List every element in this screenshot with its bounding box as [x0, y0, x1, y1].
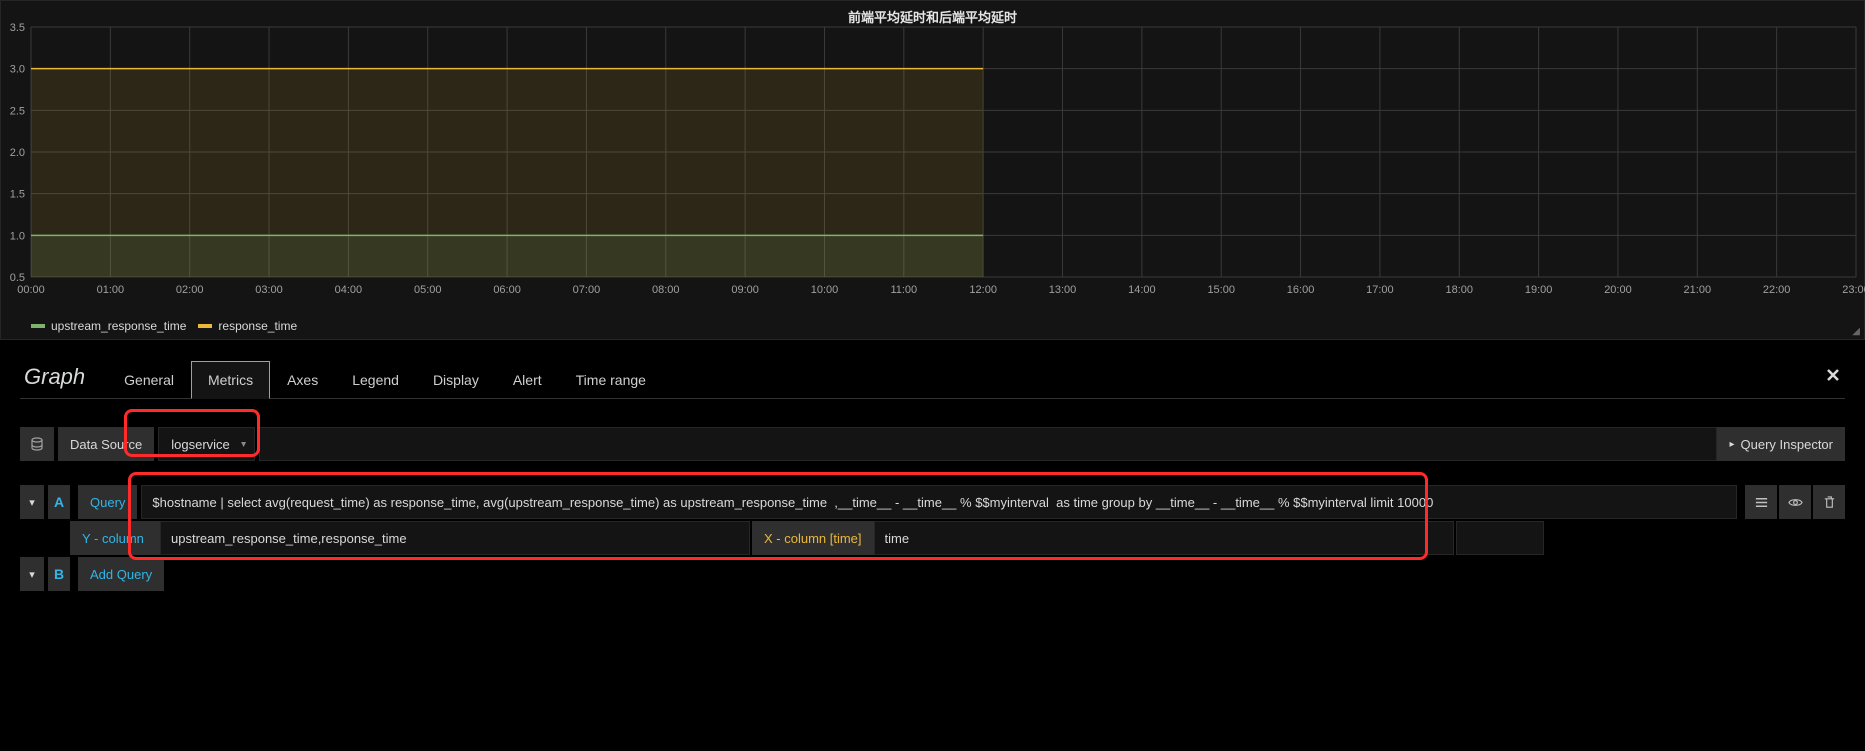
add-query-button[interactable]: Add Query — [78, 557, 164, 591]
svg-text:05:00: 05:00 — [414, 284, 442, 296]
menu-icon[interactable] — [1745, 485, 1777, 519]
svg-text:02:00: 02:00 — [176, 284, 204, 296]
svg-text:06:00: 06:00 — [493, 284, 521, 296]
svg-text:2.5: 2.5 — [10, 105, 25, 117]
datasource-icon — [20, 427, 54, 461]
svg-text:23:00: 23:00 — [1842, 284, 1865, 296]
eye-icon[interactable] — [1779, 485, 1811, 519]
legend-swatch — [31, 324, 45, 328]
editor-header: Graph GeneralMetricsAxesLegendDisplayAle… — [20, 356, 1845, 399]
spacer — [259, 427, 1718, 461]
svg-text:07:00: 07:00 — [573, 284, 601, 296]
resize-handle-icon[interactable]: ◢ — [1852, 326, 1860, 337]
trash-icon[interactable] — [1813, 485, 1845, 519]
query-inspector-button[interactable]: ▸ Query Inspector — [1717, 427, 1845, 461]
svg-text:00:00: 00:00 — [17, 284, 45, 296]
legend-item-upstream_response_time[interactable]: upstream_response_time — [31, 319, 186, 333]
tab-axes[interactable]: Axes — [270, 361, 335, 398]
data-source-row: Data Source logservice ▸ Query Inspector — [20, 427, 1845, 461]
tab-display[interactable]: Display — [416, 361, 496, 398]
svg-text:14:00: 14:00 — [1128, 284, 1156, 296]
svg-text:16:00: 16:00 — [1287, 284, 1315, 296]
spacer — [1456, 521, 1544, 555]
query-row-b: B Add Query — [20, 557, 1845, 591]
data-source-value: logservice — [171, 437, 230, 452]
row-toggle-b[interactable] — [20, 557, 44, 591]
svg-text:0.5: 0.5 — [10, 272, 25, 284]
svg-text:18:00: 18:00 — [1445, 284, 1473, 296]
query-row-actions — [1745, 485, 1845, 519]
chevron-right-icon: ▸ — [1729, 439, 1734, 450]
panel-type-label: Graph — [20, 356, 103, 398]
svg-text:19:00: 19:00 — [1525, 284, 1553, 296]
y-column-label: Y - column — [70, 521, 160, 555]
query-inspector-label: Query Inspector — [1741, 437, 1834, 452]
svg-text:1.5: 1.5 — [10, 189, 25, 201]
svg-text:1.0: 1.0 — [10, 230, 25, 242]
svg-text:10:00: 10:00 — [811, 284, 839, 296]
svg-text:03:00: 03:00 — [255, 284, 283, 296]
svg-text:20:00: 20:00 — [1604, 284, 1632, 296]
svg-text:01:00: 01:00 — [97, 284, 125, 296]
svg-text:17:00: 17:00 — [1366, 284, 1394, 296]
chart-body[interactable]: 0.51.01.52.02.53.03.500:0001:0002:0003:0… — [31, 23, 1856, 295]
tab-general[interactable]: General — [107, 361, 191, 398]
legend-item-response_time[interactable]: response_time — [198, 319, 297, 333]
tab-alert[interactable]: Alert — [496, 361, 559, 398]
svg-text:13:00: 13:00 — [1049, 284, 1077, 296]
svg-text:12:00: 12:00 — [969, 284, 997, 296]
svg-text:11:00: 11:00 — [890, 284, 917, 296]
y-column-input[interactable] — [160, 521, 750, 555]
svg-text:3.5: 3.5 — [10, 22, 25, 34]
panel-editor: Graph GeneralMetricsAxesLegendDisplayAle… — [0, 340, 1865, 591]
svg-text:04:00: 04:00 — [335, 284, 363, 296]
svg-text:3.0: 3.0 — [10, 64, 25, 76]
x-column-label: X - column [time] — [752, 521, 874, 555]
svg-text:08:00: 08:00 — [652, 284, 680, 296]
close-editor-button[interactable] — [1825, 367, 1841, 388]
svg-text:22:00: 22:00 — [1763, 284, 1791, 296]
legend-swatch — [198, 324, 212, 328]
tab-metrics[interactable]: Metrics — [191, 361, 270, 399]
x-column-input[interactable] — [874, 521, 1454, 555]
data-source-label: Data Source — [58, 427, 154, 461]
svg-text:2.0: 2.0 — [10, 147, 25, 159]
tab-legend[interactable]: Legend — [335, 361, 416, 398]
chart-legend: upstream_response_time response_time — [31, 319, 297, 333]
svg-text:15:00: 15:00 — [1207, 284, 1235, 296]
chart-svg: 0.51.01.52.02.53.03.500:0001:0002:0003:0… — [31, 23, 1856, 295]
query-row-a-columns: Y - column X - column [time] — [70, 521, 1845, 555]
chart-panel: 前端平均延时和后端平均延时 0.51.01.52.02.53.03.500:00… — [0, 0, 1865, 340]
row-letter-b[interactable]: B — [48, 557, 70, 591]
query-input-a[interactable] — [141, 485, 1737, 519]
row-toggle-a[interactable] — [20, 485, 44, 519]
svg-text:09:00: 09:00 — [731, 284, 759, 296]
row-letter-a[interactable]: A — [48, 485, 70, 519]
tab-time-range[interactable]: Time range — [559, 361, 663, 398]
data-source-select[interactable]: logservice — [158, 427, 255, 461]
query-rows: A Query Y - column — [20, 485, 1845, 591]
svg-text:21:00: 21:00 — [1684, 284, 1712, 296]
query-row-a: A Query — [20, 485, 1845, 519]
legend-label: upstream_response_time — [51, 319, 186, 333]
query-keyword: Query — [78, 485, 137, 519]
legend-label: response_time — [218, 319, 297, 333]
